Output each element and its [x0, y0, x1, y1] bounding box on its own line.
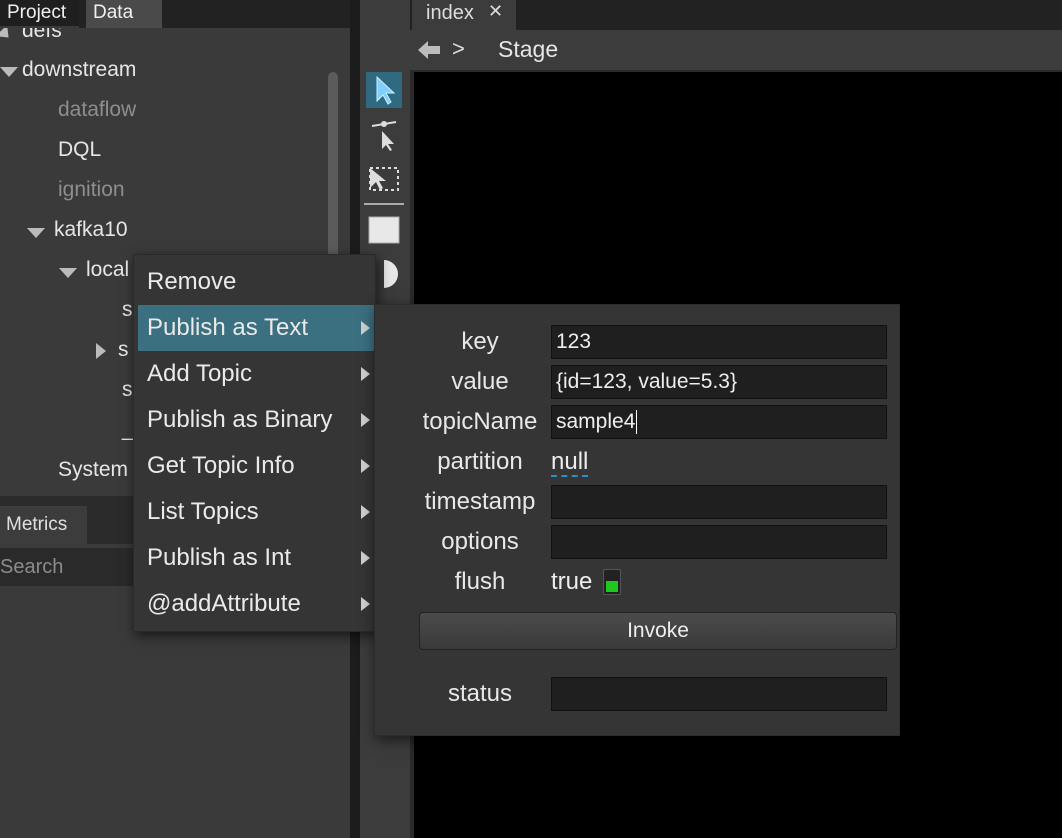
value-label: value: [451, 368, 509, 395]
partition-value[interactable]: null: [551, 445, 589, 477]
topicname-label: topicName: [422, 408, 538, 435]
status-label: status: [447, 680, 513, 707]
menu-item-publish-as-binary[interactable]: Publish as Binary: [138, 397, 374, 443]
collapsed-triangle-icon[interactable]: [96, 343, 106, 359]
tree-node-downstream[interactable]: downstream: [22, 50, 136, 90]
tree-node-dql[interactable]: DQL: [58, 130, 101, 170]
collapse-triangle-icon[interactable]: [0, 28, 15, 44]
expanded-triangle-icon[interactable]: [0, 67, 18, 77]
menu-item-get-topic-info[interactable]: Get Topic Info: [138, 443, 374, 489]
submenu-arrow-icon: [361, 367, 370, 381]
tab-index[interactable]: index ✕: [412, 0, 516, 30]
tree-node-system[interactable]: System: [58, 450, 128, 490]
value-input[interactable]: {id=123, value=5.3}: [551, 365, 887, 399]
breadcrumb: > Stage: [410, 30, 1062, 70]
marquee-select-icon[interactable]: [366, 162, 402, 198]
select-arrow-icon[interactable]: [366, 72, 402, 108]
key-label: key: [461, 328, 499, 355]
submenu-arrow-icon: [361, 321, 370, 335]
back-arrow-icon[interactable]: [416, 39, 442, 61]
submenu-arrow-icon: [361, 505, 370, 519]
pivot-select-icon[interactable]: [366, 117, 402, 153]
topicname-input[interactable]: sample4: [551, 405, 887, 439]
expanded-triangle-icon[interactable]: [59, 268, 77, 278]
submenu-arrow-icon: [361, 597, 370, 611]
tree-node-child[interactable]: s: [122, 290, 133, 330]
timestamp-label: timestamp: [424, 488, 536, 515]
submenu-arrow-icon: [361, 551, 370, 565]
tree-node-child[interactable]: _: [122, 410, 134, 450]
tree-node-local[interactable]: local: [86, 250, 129, 290]
publish-form: key 123 value {id=123, value=5.3} topicN…: [374, 304, 900, 736]
menu-item-publish-as-text[interactable]: Publish as Text: [138, 305, 374, 351]
submenu-arrow-icon: [361, 459, 370, 473]
tab-data[interactable]: Data: [86, 0, 162, 28]
tree-node-child[interactable]: s: [118, 330, 129, 370]
tree-node-child[interactable]: s: [122, 370, 133, 410]
topicname-value: sample4: [556, 410, 636, 433]
rectangle-icon[interactable]: [366, 212, 402, 248]
menu-item-add-attribute[interactable]: @addAttribute: [138, 581, 374, 627]
tab-index-label: index: [426, 2, 474, 24]
options-input[interactable]: [551, 525, 887, 559]
flush-value: true: [551, 568, 593, 595]
submenu-arrow-icon: [361, 413, 370, 427]
toggle-on-indicator: [606, 581, 618, 592]
tab-metrics[interactable]: Metrics: [0, 506, 87, 544]
tree-node-defs[interactable]: defs: [22, 28, 62, 51]
menu-item-add-topic[interactable]: Add Topic: [138, 351, 374, 397]
text-caret: [636, 410, 638, 435]
status-field: [551, 677, 887, 711]
key-input[interactable]: 123: [551, 325, 887, 359]
flush-label: flush: [454, 568, 506, 595]
invoke-button[interactable]: Invoke: [419, 612, 897, 650]
tree-node-dataflow[interactable]: dataflow: [58, 90, 136, 130]
tree-node-ignition[interactable]: ignition: [58, 170, 125, 210]
tree-node-kafka10[interactable]: kafka10: [54, 210, 128, 250]
toolbar-divider: [364, 203, 404, 205]
menu-item-list-topics[interactable]: List Topics: [138, 489, 374, 535]
expanded-triangle-icon[interactable]: [27, 228, 45, 238]
menu-item-remove[interactable]: Remove: [138, 259, 374, 305]
close-icon[interactable]: ✕: [488, 0, 503, 24]
timestamp-input[interactable]: [551, 485, 887, 519]
flush-toggle[interactable]: [603, 569, 621, 595]
breadcrumb-stage[interactable]: Stage: [498, 36, 558, 63]
breadcrumb-separator: >: [452, 36, 465, 61]
menu-item-publish-as-int[interactable]: Publish as Int: [138, 535, 374, 581]
tab-project[interactable]: Project: [0, 0, 79, 28]
partition-label: partition: [437, 448, 523, 475]
context-menu: Remove Publish as Text Add Topic Publish…: [133, 254, 376, 632]
options-label: options: [441, 528, 519, 555]
